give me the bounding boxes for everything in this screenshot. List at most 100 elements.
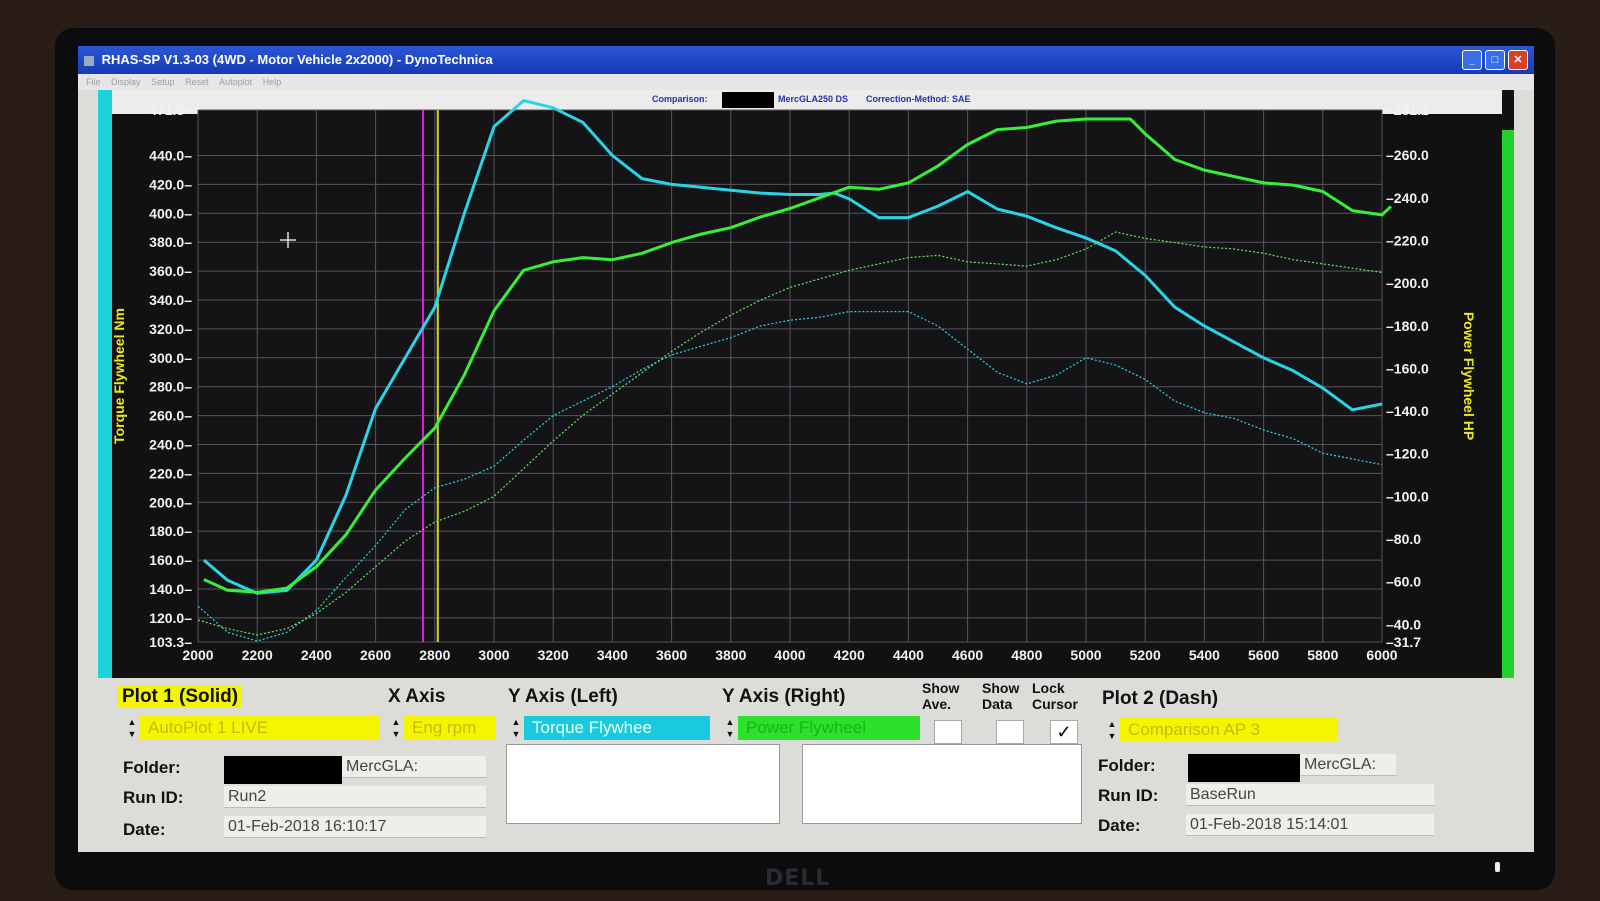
y-right-tick-label: –220.0 bbox=[1386, 232, 1429, 248]
plot1-folder-field[interactable]: MercGLA: bbox=[342, 756, 486, 778]
y-right-tick-label: –80.0 bbox=[1386, 531, 1421, 547]
plot1-title: Plot 1 (Solid) bbox=[118, 686, 243, 708]
x-tick-label: 2200 bbox=[242, 647, 273, 663]
y-left-tick-label: 103.3– bbox=[149, 634, 192, 650]
y-left-select[interactable]: Torque Flywhee bbox=[524, 716, 710, 740]
x-tick-label: 2400 bbox=[301, 647, 332, 663]
x-tick-label: 5600 bbox=[1248, 647, 1279, 663]
title-bar: RHAS-SP V1.3-03 (4WD - Motor Vehicle 2x2… bbox=[78, 46, 1534, 74]
y-right-tick-label: –100.0 bbox=[1386, 488, 1429, 504]
menu-file[interactable]: File bbox=[86, 77, 101, 87]
x-tick-label: 4800 bbox=[1011, 647, 1042, 663]
y-right-tick-label: –200.0 bbox=[1386, 275, 1429, 291]
y-right-title: Y Axis (Right) bbox=[722, 686, 846, 707]
y-left-tick-label: 360.0– bbox=[149, 263, 192, 279]
y-right-tick-label: –31.7 bbox=[1386, 634, 1421, 650]
y-left-tick-label: 320.0– bbox=[149, 321, 192, 337]
x-tick-label: 5000 bbox=[1070, 647, 1101, 663]
app-icon bbox=[84, 55, 94, 66]
plot2-date-field[interactable]: 01-Feb-2018 15:14:01 bbox=[1186, 814, 1434, 836]
x-tick-label: 4000 bbox=[774, 647, 805, 663]
show-data-label-2: Data bbox=[982, 696, 1013, 712]
y-left-tick-label: 180.0– bbox=[149, 523, 192, 539]
x-tick-label: 3400 bbox=[597, 647, 628, 663]
x-tick-label: 4200 bbox=[834, 647, 865, 663]
x-tick-label: 3000 bbox=[478, 647, 509, 663]
plot2-runid-label: Run ID: bbox=[1098, 786, 1159, 805]
y-left-tick-label: 260.0– bbox=[149, 408, 192, 424]
plot2-spinner[interactable]: ▲ ▼ bbox=[1106, 718, 1118, 742]
x-axis-spinner[interactable]: ▲ ▼ bbox=[390, 716, 402, 740]
control-panel: Plot 1 (Solid) X Axis Y Axis (Left) Y Ax… bbox=[98, 678, 1514, 852]
window-title: RHAS-SP V1.3-03 (4WD - Motor Vehicle 2x2… bbox=[101, 52, 493, 67]
y-left-tick-label: 280.0– bbox=[149, 379, 192, 395]
plot1-select[interactable]: AutoPlot 1 LIVE bbox=[140, 716, 380, 740]
menu-help[interactable]: Help bbox=[263, 77, 282, 87]
plot2-folder-redaction bbox=[1188, 754, 1300, 782]
y-left-spinner[interactable]: ▲ ▼ bbox=[510, 716, 522, 740]
plot2-runid-field[interactable]: BaseRun bbox=[1186, 784, 1434, 806]
y-left-tick-label: 340.0– bbox=[149, 292, 192, 308]
show-ave-label-2: Ave. bbox=[922, 696, 952, 712]
y-right-tick-label: –281.2 bbox=[1386, 102, 1429, 118]
plot1-spinner[interactable]: ▲ ▼ bbox=[126, 716, 138, 740]
y-left-title: Y Axis (Left) bbox=[508, 686, 618, 707]
plot1-date-field[interactable]: 01-Feb-2018 16:10:17 bbox=[224, 816, 486, 838]
y-left-tick-label: 420.0– bbox=[149, 176, 192, 192]
menu-bar: File Display Setup Reset Autoplot Help bbox=[78, 74, 1534, 90]
plot2-date-label: Date: bbox=[1098, 816, 1141, 835]
y-left-tick-label: 240.0– bbox=[149, 436, 192, 452]
menu-setup[interactable]: Setup bbox=[151, 77, 175, 87]
y-right-axis-title: Power Flywheel HP bbox=[1461, 312, 1477, 440]
lock-cursor-checkbox[interactable]: ✓ bbox=[1050, 720, 1078, 744]
menu-reset[interactable]: Reset bbox=[185, 77, 209, 87]
plot2-title: Plot 2 (Dash) bbox=[1102, 688, 1219, 709]
x-tick-label: 5400 bbox=[1189, 647, 1220, 663]
y-left-axis-title: Torque Flywheel Nm bbox=[111, 308, 127, 444]
lock-cursor-label-2: Cursor bbox=[1032, 696, 1078, 712]
y-right-tick-label: –260.0 bbox=[1386, 147, 1429, 163]
y-right-tick-label: –140.0 bbox=[1386, 403, 1429, 419]
info-box-left bbox=[506, 744, 780, 824]
plot1-runid-label: Run ID: bbox=[123, 788, 184, 807]
minimize-button[interactable]: _ bbox=[1462, 50, 1482, 70]
x-tick-label: 3800 bbox=[715, 647, 746, 663]
plot1-runid-field[interactable]: Run2 bbox=[224, 786, 486, 808]
plot-area[interactable]: Comparison: MercGLA250 DS Correction-Met… bbox=[98, 90, 1514, 678]
y-right-select[interactable]: Power Flywheel bbox=[738, 716, 920, 740]
y-left-tick-label: 160.0– bbox=[149, 552, 192, 568]
y-left-tick-label: 120.0– bbox=[149, 610, 192, 626]
show-ave-label-1: Show bbox=[922, 680, 960, 696]
menu-display[interactable]: Display bbox=[111, 77, 141, 87]
y-right-tick-label: –240.0 bbox=[1386, 190, 1429, 206]
power-led bbox=[1495, 862, 1500, 872]
x-tick-label: 2600 bbox=[360, 647, 391, 663]
y-left-tick-label: 440.0– bbox=[149, 148, 192, 164]
x-tick-label: 4400 bbox=[893, 647, 924, 663]
y-right-spinner[interactable]: ▲ ▼ bbox=[724, 716, 736, 740]
plot1-date-label: Date: bbox=[123, 820, 166, 839]
x-tick-label: 3200 bbox=[538, 647, 569, 663]
dyno-window: RHAS-SP V1.3-03 (4WD - Motor Vehicle 2x2… bbox=[78, 46, 1534, 852]
plot2-select[interactable]: Comparison AP 3 bbox=[1120, 718, 1338, 742]
y-left-tick-label: 300.0– bbox=[149, 350, 192, 366]
dyno-chart: 2000 2200 2400 2600 2800 3000 3200 3400 3600 3800… bbox=[111, 99, 1477, 663]
x-tick-label: 2800 bbox=[419, 647, 450, 663]
plot2-folder-label: Folder: bbox=[1098, 756, 1156, 775]
menu-autoplot[interactable]: Autoplot bbox=[219, 77, 252, 87]
close-button[interactable]: ✕ bbox=[1508, 50, 1528, 70]
x-tick-label: 5200 bbox=[1130, 647, 1161, 663]
x-axis-title: X Axis bbox=[388, 686, 446, 707]
plot1-folder-redaction bbox=[224, 756, 342, 784]
show-ave-checkbox[interactable] bbox=[934, 720, 962, 744]
y-left-tick-label: 200.0– bbox=[149, 494, 192, 510]
maximize-button[interactable]: □ bbox=[1485, 50, 1505, 70]
plot2-folder-field[interactable]: MercGLA: bbox=[1300, 754, 1396, 776]
show-data-checkbox[interactable] bbox=[996, 720, 1024, 744]
y-right-tick-label: –40.0 bbox=[1386, 616, 1421, 632]
y-right-tick-label: –180.0 bbox=[1386, 318, 1429, 334]
lock-cursor-label-1: Lock bbox=[1032, 680, 1065, 696]
x-tick-label: 3600 bbox=[656, 647, 687, 663]
y-right-tick-label: –60.0 bbox=[1386, 574, 1421, 590]
x-axis-select[interactable]: Eng rpm bbox=[404, 716, 496, 740]
